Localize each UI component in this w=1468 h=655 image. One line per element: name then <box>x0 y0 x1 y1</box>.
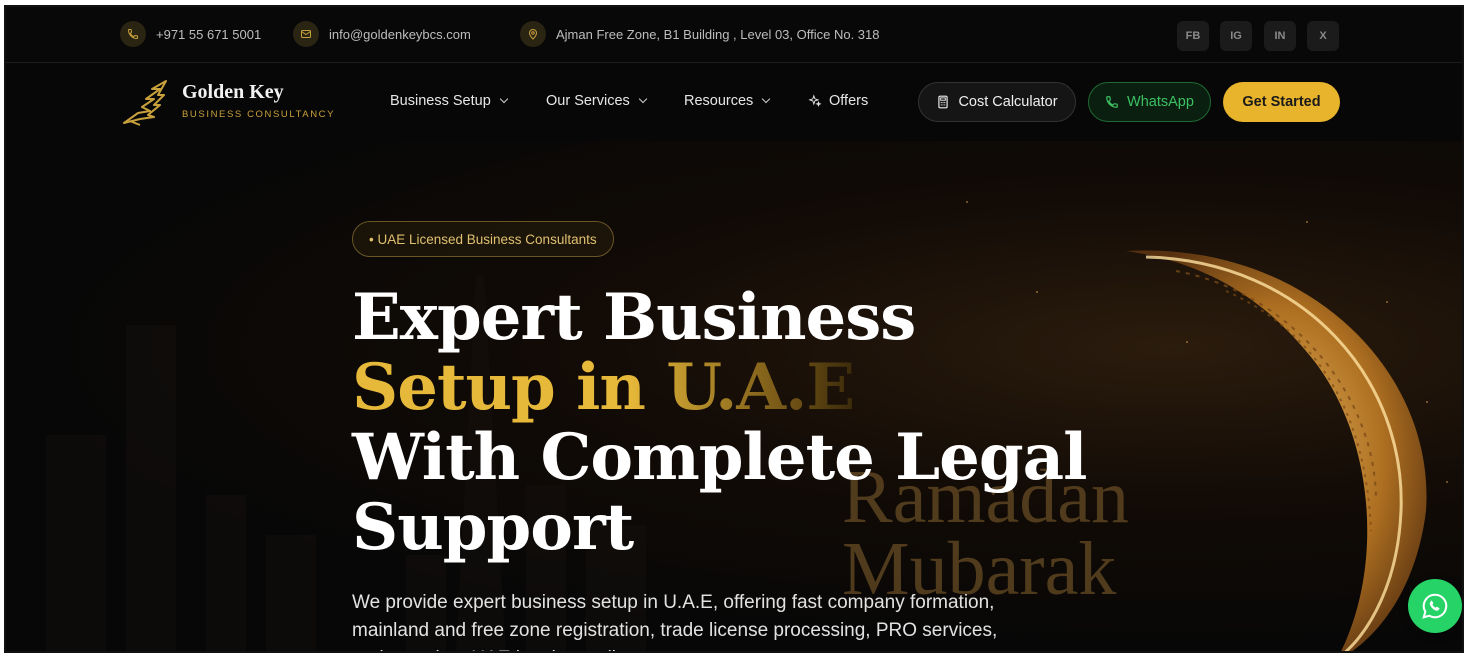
whatsapp-float-button[interactable] <box>1408 579 1462 633</box>
whatsapp-label: WhatsApp <box>1127 94 1194 110</box>
sparkle-icon <box>808 94 822 108</box>
browser-viewport: +971 55 671 5001 info@goldenkeybcs.com A… <box>4 5 1464 653</box>
eagle-logo-icon <box>123 80 167 126</box>
hero-description: We provide expert business setup in U.A.… <box>352 592 998 651</box>
brand-logo[interactable]: Golden Key BUSINESS CONSULTANCY <box>120 77 350 129</box>
nav-label: Resources <box>684 93 754 109</box>
headline-highlight: Setup in U.A.E <box>352 350 855 425</box>
instagram-link[interactable]: IG <box>1220 21 1252 51</box>
brand-tagline: BUSINESS CONSULTANCY <box>182 109 336 120</box>
cost-calculator-button[interactable]: Cost Calculator <box>918 82 1076 122</box>
get-started-button[interactable]: Get Started <box>1223 82 1340 122</box>
nav-our-services[interactable]: Our Services <box>546 93 648 109</box>
chevron-down-icon <box>638 94 648 104</box>
nav-resources[interactable]: Resources <box>684 93 771 109</box>
calculator-icon <box>938 95 949 109</box>
address-contact: Ajman Free Zone, B1 Building , Level 03,… <box>520 21 880 47</box>
nav-offers[interactable]: Offers <box>808 93 868 109</box>
cost-calculator-label: Cost Calculator <box>958 94 1058 110</box>
phone-icon <box>120 21 146 47</box>
headline-line1: Expert Business <box>352 280 916 355</box>
licensed-badge: • UAE Licensed Business Consultants <box>352 221 614 257</box>
mail-icon <box>293 21 319 47</box>
hero-section: Ramadan Mubarak • UAE Licensed Business … <box>6 141 1462 651</box>
phone-icon <box>1106 96 1118 108</box>
nav-label: Offers <box>829 93 869 109</box>
chevron-down-icon <box>499 94 509 104</box>
headline-line3: With Complete Legal <box>352 420 1087 495</box>
get-started-label: Get Started <box>1242 94 1321 110</box>
linkedin-link[interactable]: IN <box>1264 21 1296 51</box>
phone-number: +971 55 671 5001 <box>156 26 262 42</box>
facebook-link[interactable]: FB <box>1177 21 1209 51</box>
email-address: info@goldenkeybcs.com <box>329 26 471 42</box>
email-contact[interactable]: info@goldenkeybcs.com <box>293 21 471 47</box>
headline-line4: Support <box>352 490 634 565</box>
nav-label: Our Services <box>546 93 630 109</box>
hero-headline: Expert Business Setup in U.A.E With Comp… <box>352 280 1087 565</box>
brand-name: Golden Key <box>182 81 284 103</box>
location-pin-icon <box>520 21 546 47</box>
whatsapp-icon <box>1422 593 1448 619</box>
chevron-down-icon <box>762 94 771 104</box>
office-address: Ajman Free Zone, B1 Building , Level 03,… <box>556 26 880 42</box>
crescent-moon-illustration <box>1126 250 1427 651</box>
nav-business-setup[interactable]: Business Setup <box>390 93 509 109</box>
x-link[interactable]: X <box>1307 21 1339 51</box>
top-contact-bar: +971 55 671 5001 info@goldenkeybcs.com A… <box>6 7 1462 63</box>
nav-label: Business Setup <box>390 93 491 109</box>
main-navigation: Golden Key BUSINESS CONSULTANCY Business… <box>6 63 1462 141</box>
whatsapp-button[interactable]: WhatsApp <box>1088 82 1211 122</box>
phone-contact[interactable]: +971 55 671 5001 <box>120 21 261 47</box>
